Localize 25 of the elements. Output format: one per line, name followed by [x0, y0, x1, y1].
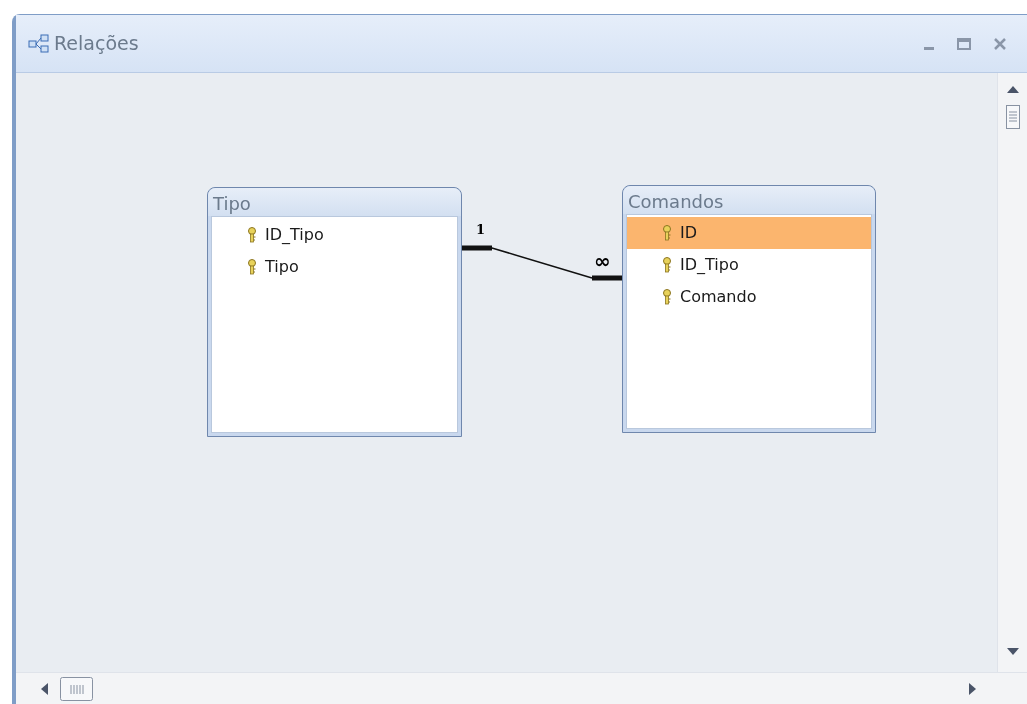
- up-arrow-icon[interactable]: [1006, 85, 1019, 93]
- table-card[interactable]: Tipo ID_Tipo Tipo: [207, 187, 462, 437]
- horizontal-scrollbar[interactable]: [16, 672, 1027, 704]
- many-label: ∞: [594, 251, 611, 271]
- scroll-thumb-icon[interactable]: [1005, 105, 1020, 129]
- left-arrow-icon[interactable]: [40, 682, 48, 695]
- relationships-icon: [28, 33, 50, 54]
- field-row[interactable]: ID: [627, 217, 871, 249]
- vertical-scrollbar[interactable]: [997, 73, 1027, 672]
- one-label: 1: [476, 223, 486, 236]
- relationship-line[interactable]: [462, 245, 622, 281]
- table-card[interactable]: Comandos ID ID_Tipo Comando: [622, 185, 876, 433]
- key-icon: [662, 289, 672, 305]
- key-icon: [662, 225, 672, 241]
- table-title: Comandos: [623, 186, 875, 214]
- key-icon: [247, 227, 257, 243]
- key-icon: [662, 257, 672, 273]
- right-arrow-icon[interactable]: [969, 682, 977, 695]
- window-title: Relações: [54, 31, 139, 57]
- maximize-icon[interactable]: [957, 37, 971, 50]
- key-icon: [247, 259, 257, 275]
- down-arrow-icon[interactable]: [1006, 648, 1019, 656]
- close-icon[interactable]: [993, 36, 1007, 51]
- table-title: Tipo: [208, 188, 461, 216]
- scroll-thumb-icon[interactable]: [60, 676, 93, 701]
